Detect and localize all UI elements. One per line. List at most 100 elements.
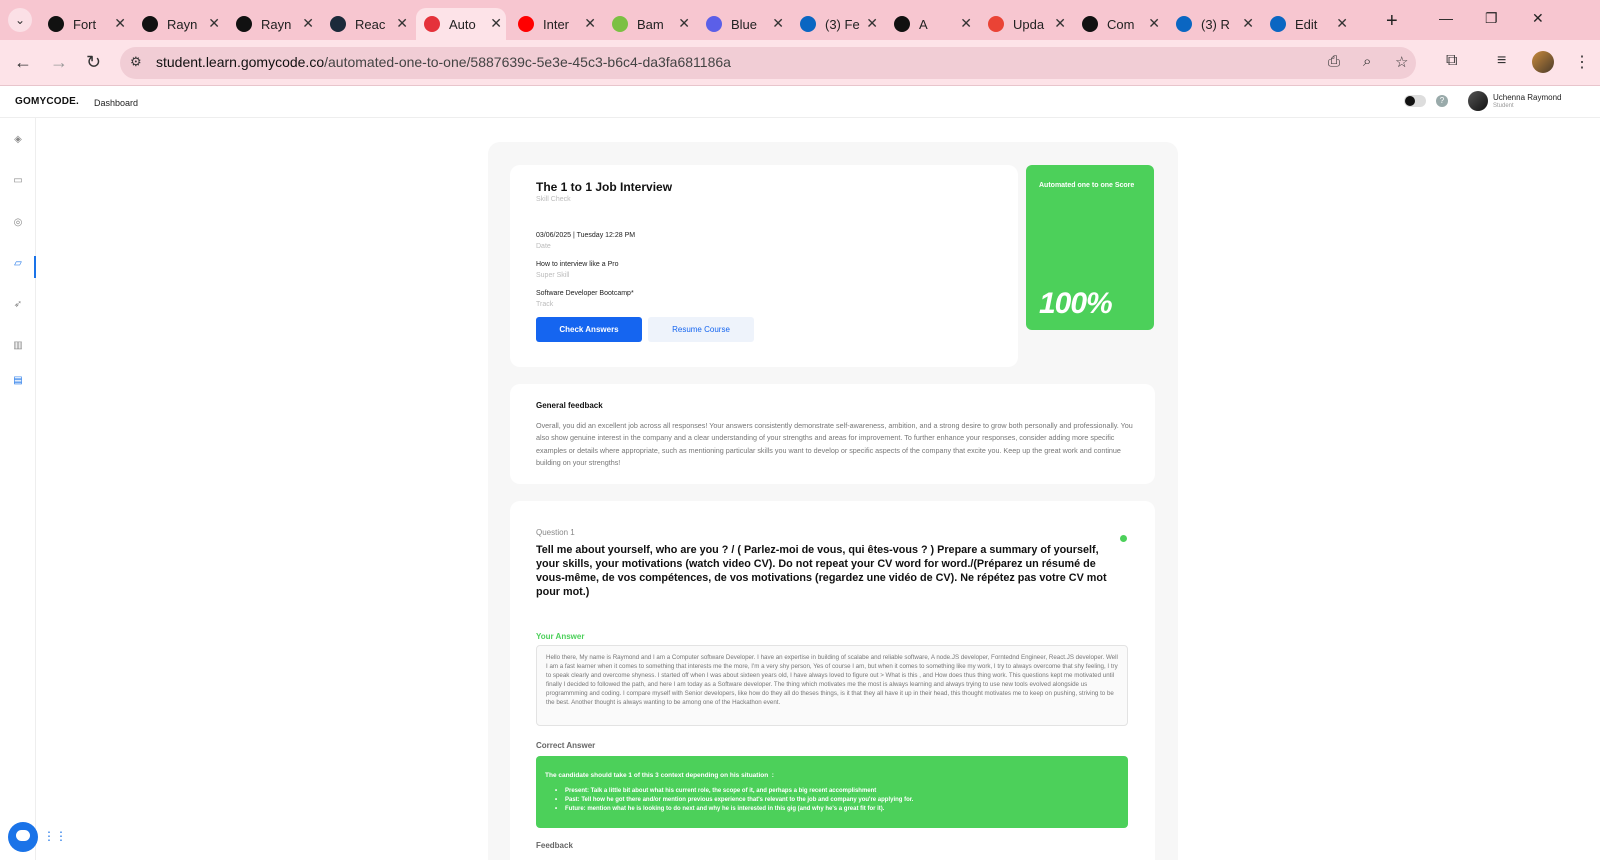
correct-answer-intro: The candidate should take 1 of this 3 co… [545,772,774,779]
site-settings-icon[interactable]: ⚙ [130,54,142,70]
browser-tab[interactable]: (3) R ✕ [1168,8,1258,40]
new-tab-button[interactable]: + [1386,10,1398,33]
extensions-icon[interactable]: ⧉ [1446,52,1457,70]
question-text: Tell me about yourself, who are you ? / … [536,544,1107,598]
browser-tab-label: Upda [1013,16,1045,32]
browser-tab[interactable]: Blue ✕ [698,8,788,40]
track-value: Software Developer Bootcamp* [536,290,634,297]
install-app-icon[interactable]: ⎙ [1328,53,1340,70]
question-status-dot [1120,535,1127,542]
browser-tab[interactable]: (3) Fe ✕ [792,8,882,40]
correct-answer-list: Present: Talk a little bit about what hi… [555,787,1115,813]
correct-answer-point: Past: Tell how he got there and/or menti… [555,796,1115,805]
theme-toggle[interactable] [1404,95,1426,107]
drag-handle-icon[interactable]: ⋮⋮ [43,829,67,843]
browser-tab-strip: ⌄ Fort ✕ Rayn ✕ Rayn ✕ Reac ✕ Auto ✕ Inter ✕ Bam ✕ Blu… [0,0,1600,40]
user-role: Student [1493,103,1514,109]
browser-tab[interactable]: Auto ✕ [416,8,506,40]
medium-icon [1082,16,1098,32]
browser-tab[interactable]: Upda ✕ [980,8,1070,40]
zoom-icon[interactable]: ⌕ [1363,53,1371,70]
browser-tab-label: Blue [731,16,758,32]
minimize-icon[interactable]: — [1439,10,1453,26]
browser-tab[interactable]: Com ✕ [1074,8,1164,40]
super-skill-value: How to interview like a Pro [536,261,619,268]
rocket-icon[interactable]: ➶ [12,299,24,311]
close-tab-icon[interactable]: ✕ [208,15,220,32]
close-tab-icon[interactable]: ✕ [490,15,502,32]
forward-icon[interactable]: → [50,52,68,73]
browser-tab[interactable]: Inter ✕ [510,8,600,40]
close-tab-icon[interactable]: ✕ [772,15,784,32]
close-tab-icon[interactable]: ✕ [114,15,126,32]
github-icon [236,16,252,32]
browser-tab-label: (3) Fe [825,16,860,32]
question-number: Question 1 [536,528,575,537]
close-tab-icon[interactable]: ✕ [960,15,972,32]
bookmark-star-icon[interactable]: ☆ [1395,53,1408,71]
close-tab-icon[interactable]: ✕ [584,15,596,32]
browser-tab[interactable]: Edit ✕ [1262,8,1352,40]
laptop-icon[interactable]: ▱ [12,258,24,270]
restore-icon[interactable]: ❐ [1485,10,1498,27]
check-answers-button[interactable]: Check Answers [536,317,642,342]
close-tab-icon[interactable]: ✕ [1242,15,1254,32]
feedback-label: Feedback [536,841,573,850]
browser-tab[interactable]: Rayn ✕ [134,8,224,40]
browser-tab-label: Reac [355,16,386,32]
chart-icon[interactable]: ▥ [12,340,24,352]
browser-tab[interactable]: A ✕ [886,8,976,40]
close-tab-icon[interactable]: ✕ [1054,15,1066,32]
user-name[interactable]: Uchenna Raymond [1493,93,1561,102]
back-icon[interactable]: ← [14,52,32,73]
date-label: Date [536,243,551,250]
your-answer-text: Hello there, My name is Raymond and I am… [546,654,1118,706]
media-control-icon[interactable]: ≡ [1497,52,1506,70]
user-avatar[interactable] [1468,91,1488,111]
close-tab-icon[interactable]: ✕ [396,15,408,32]
threads-icon [48,16,64,32]
skill-check-card: The 1 to 1 Job Interview Skill Check 03/… [510,165,1018,367]
reload-icon[interactable]: ↻ [86,52,101,73]
resume-course-button[interactable]: Resume Course [648,317,754,342]
document-icon[interactable]: ▤ [12,375,24,387]
close-window-icon[interactable]: ✕ [1532,10,1544,27]
youtube-icon [518,16,534,32]
track-label: Track [536,301,554,308]
browser-tab-label: Fort [73,16,97,32]
nav-dashboard-link[interactable]: Dashboard [94,98,138,108]
help-icon[interactable]: ? [1436,95,1448,107]
browser-tab-label: Bam [637,16,664,32]
close-tab-icon[interactable]: ✕ [1148,15,1160,32]
your-answer-label: Your Answer [536,632,585,641]
book-icon[interactable]: ▭ [12,175,24,187]
profile-avatar[interactable] [1532,51,1554,73]
chat-support-button[interactable] [8,822,38,852]
url-text[interactable]: student.learn.gomycode.co/automated-one-… [156,54,731,70]
close-tab-icon[interactable]: ✕ [1336,15,1348,32]
super-skill-label: Super Skill [536,272,570,279]
blue-app-icon [706,16,722,32]
browser-tab-label: (3) R [1201,16,1230,32]
general-feedback-title: General feedback [536,401,603,410]
layers-icon[interactable]: ◈ [12,134,24,146]
browser-tab[interactable]: Rayn ✕ [228,8,318,40]
gomycode-icon [424,16,440,32]
browser-tab[interactable]: Bam ✕ [604,8,694,40]
browser-tab[interactable]: Reac ✕ [322,8,412,40]
tab-search-chevron-icon[interactable]: ⌄ [8,8,32,32]
browser-tab-label: A [919,16,928,32]
close-tab-icon[interactable]: ✕ [302,15,314,32]
more-menu-icon[interactable]: ⋮ [1574,52,1590,72]
browser-tab[interactable]: Fort ✕ [40,8,130,40]
browser-tab-label: Auto [449,16,476,32]
question-card: Question 1 Tell me about yourself, who a… [510,501,1155,860]
close-tab-icon[interactable]: ✕ [678,15,690,32]
browser-tab-label: Rayn [167,16,198,32]
close-tab-icon[interactable]: ✕ [866,15,878,32]
globe-icon[interactable]: ◎ [12,217,24,229]
gomycode-logo[interactable]: GOMYCODE. [15,96,79,107]
date-value: 03/06/2025 | Tuesday 12:28 PM [536,232,636,239]
address-bar[interactable]: ⚙ student.learn.gomycode.co/automated-on… [120,47,1416,79]
correct-answer-point: Future: mention what he is looking to do… [555,805,1115,814]
